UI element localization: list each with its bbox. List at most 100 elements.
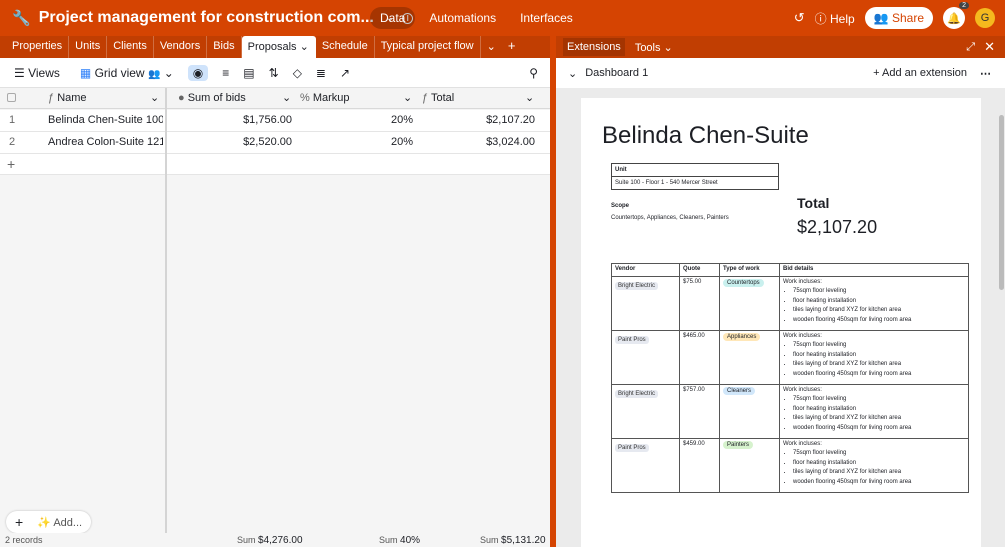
close-icon[interactable]: ✕ xyxy=(984,39,995,55)
row-markup[interactable]: 20% xyxy=(300,132,413,153)
sort-icon[interactable]: ⇅ xyxy=(269,66,279,80)
nav-automations[interactable]: Automations xyxy=(419,7,506,29)
table-row[interactable]: 1 Belinda Chen-Suite 100 - Fl... $1,756.… xyxy=(0,110,550,132)
column-markup-header[interactable]: % Markup ⌄ xyxy=(300,88,414,109)
bids-table-header: Vendor Quote Type of work Bid details xyxy=(611,263,969,277)
rollup-icon: ● xyxy=(178,92,185,104)
unit-table: Unit Suite 100 - Floor 1 - 540 Mercer St… xyxy=(611,163,779,190)
sum-label: Sum xyxy=(237,535,256,545)
tab-properties[interactable]: Properties xyxy=(6,36,70,58)
column-name-header[interactable]: ƒ Name ⌄ xyxy=(48,88,158,109)
row-sum[interactable]: $1,756.00 xyxy=(170,110,292,131)
work-header: Type of work xyxy=(719,263,780,277)
dashboard-name[interactable]: Dashboard 1 xyxy=(585,67,648,79)
details-list: 75sqm floor leveling floor heating insta… xyxy=(793,395,965,433)
views-label: Views xyxy=(28,65,60,80)
add-record-icon[interactable]: + xyxy=(15,514,23,530)
row-sum[interactable]: $2,520.00 xyxy=(170,132,292,153)
details-item: floor heating installation xyxy=(793,351,965,361)
table-row[interactable]: 2 Andrea Colon-Suite 121 - F... $2,520.0… xyxy=(0,132,550,154)
extensions-tab[interactable]: Extensions xyxy=(563,38,625,56)
tab-typical-project-flow[interactable]: Typical project flow xyxy=(375,36,481,58)
nav-data[interactable]: Data xyxy=(370,7,416,29)
formula-icon: ƒ xyxy=(422,92,429,104)
vendor-chip: Bright Electric xyxy=(615,282,659,290)
row-name[interactable]: Belinda Chen-Suite 100 - Fl... xyxy=(48,110,163,131)
grid-view-label: Grid view xyxy=(94,65,145,80)
search-icon[interactable]: ⚲ xyxy=(529,66,538,80)
unit-value: Suite 100 - Floor 1 - 540 Mercer Street xyxy=(615,180,718,186)
bid-row: Bright Electric $757.00 Cleaners Work in… xyxy=(611,384,969,439)
row-height-icon[interactable]: ≣ xyxy=(316,66,326,80)
base-icon[interactable]: 🔧 xyxy=(12,9,31,27)
share-view-icon[interactable]: ↗ xyxy=(340,66,350,80)
share-button[interactable]: 👥 Share xyxy=(864,7,933,29)
chevron-down-icon[interactable]: ⌄ xyxy=(568,67,577,80)
more-icon[interactable]: ⋯ xyxy=(980,67,991,80)
chevron-down-icon: ⌄ xyxy=(282,92,292,104)
add-row-icon[interactable]: + xyxy=(7,154,15,175)
sum-bids-summary[interactable]: Sum $4,276.00 xyxy=(237,535,303,546)
group-icon[interactable]: ▤ xyxy=(243,66,254,80)
add-with-ai-button[interactable]: ✨ Add... xyxy=(37,516,82,529)
bid-details: Work incluses: 75sqm floor leveling floo… xyxy=(779,438,969,493)
sum-bids-value: $4,276.00 xyxy=(258,535,303,546)
add-label: Add... xyxy=(53,516,83,529)
help-button[interactable]: ⓘ Help xyxy=(815,10,855,27)
add-row[interactable]: + xyxy=(0,154,550,175)
views-button[interactable]: ☰ Views xyxy=(14,66,60,80)
details-item: floor heating installation xyxy=(793,297,965,307)
base-title[interactable]: Project management for construction com.… xyxy=(39,9,374,27)
bid-details: Work incluses: 75sqm floor leveling floo… xyxy=(779,276,969,331)
column-sum-header[interactable]: ● Sum of bids ⌄ xyxy=(178,88,293,109)
column-total-header[interactable]: ƒ Total ⌄ xyxy=(422,88,536,109)
grid-icon: ▦ xyxy=(79,65,92,80)
tools-menu[interactable]: Tools ⌄ xyxy=(635,41,673,54)
grid-footer: 2 records Sum $4,276.00 Sum 40% Sum $5,1… xyxy=(0,533,550,547)
tab-bids[interactable]: Bids xyxy=(207,36,242,58)
add-extension-button[interactable]: + Add an extension xyxy=(873,67,967,79)
tab-schedule[interactable]: Schedule xyxy=(316,36,375,58)
scrollbar[interactable] xyxy=(999,115,1004,290)
select-all-checkbox[interactable] xyxy=(7,93,16,102)
grid-view-button[interactable]: ▦ Grid view 👥 ⌄ xyxy=(80,66,174,80)
row-markup[interactable]: 20% xyxy=(300,110,413,131)
tab-clients[interactable]: Clients xyxy=(107,36,154,58)
top-bar: 🔧 Project management for construction co… xyxy=(0,0,1005,36)
notifications-button[interactable]: 🔔 2 xyxy=(943,2,969,29)
history-icon[interactable]: ↺ xyxy=(794,10,805,26)
help-label: Help xyxy=(830,11,855,26)
sum-markup-summary[interactable]: Sum 40% xyxy=(379,535,420,546)
hide-fields-icon[interactable]: ◉ xyxy=(187,64,209,81)
page-title: Belinda Chen-Suite xyxy=(602,122,809,149)
color-icon[interactable]: ◇ xyxy=(293,66,302,80)
dashboard-header: ⌄ Dashboard 1 + Add an extension ⋯ xyxy=(556,58,1005,88)
work-chip: Appliances xyxy=(723,333,761,341)
tab-vendors[interactable]: Vendors xyxy=(154,36,208,58)
details-item: 75sqm floor leveling xyxy=(793,287,965,297)
add-button-group: + ✨ Add... xyxy=(6,511,91,533)
details-item: 75sqm floor leveling xyxy=(793,449,965,459)
sum-total-summary[interactable]: Sum $5,131.20 xyxy=(480,535,546,546)
unit-label: Unit xyxy=(612,164,778,177)
tab-units[interactable]: Units xyxy=(69,36,108,58)
row-name[interactable]: Andrea Colon-Suite 121 - F... xyxy=(48,132,163,153)
chevron-down-icon: ⌄ xyxy=(403,92,413,104)
more-tables-icon[interactable]: ⌄ xyxy=(481,36,502,58)
chevron-down-icon: ⌄ xyxy=(299,41,309,53)
details-intro: Work incluses: xyxy=(783,441,822,447)
details-item: tiles laying of brand XYZ for kitchen ar… xyxy=(793,360,965,370)
nav-interfaces[interactable]: Interfaces xyxy=(510,7,583,29)
expand-icon[interactable]: ⤢ xyxy=(966,41,975,54)
row-total[interactable]: $3,024.00 xyxy=(422,132,535,153)
quote-value: $459.00 xyxy=(679,438,720,493)
filter-icon[interactable]: ≡ xyxy=(222,66,229,80)
total-value: $2,107.20 xyxy=(797,217,878,237)
column-total-label: Total xyxy=(430,92,455,104)
row-total[interactable]: $2,107.20 xyxy=(422,110,535,131)
avatar[interactable]: G xyxy=(975,8,995,28)
details-item: tiles laying of brand XYZ for kitchen ar… xyxy=(793,414,965,424)
add-table-icon[interactable]: + xyxy=(502,36,522,58)
vendor-chip: Paint Pros xyxy=(615,336,649,344)
tab-proposals[interactable]: Proposals ⌄ xyxy=(241,36,316,58)
